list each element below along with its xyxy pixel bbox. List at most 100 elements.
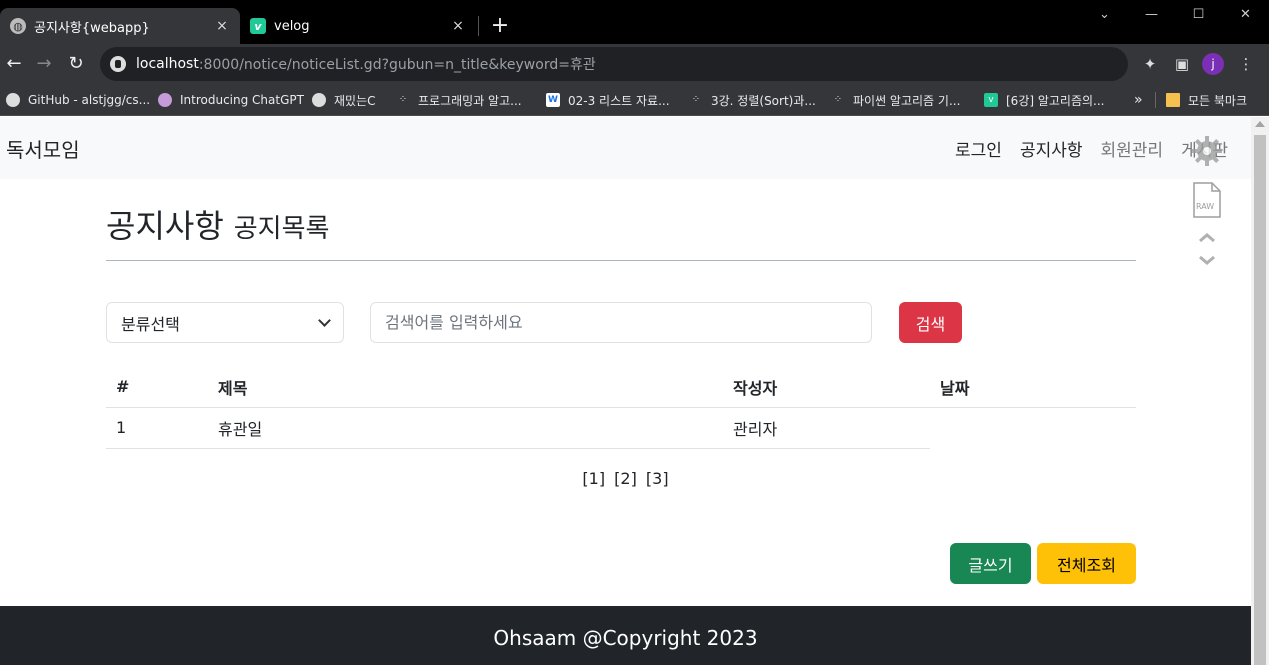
menu-icon[interactable]: ⋮ xyxy=(1234,52,1258,76)
all-bookmarks-folder[interactable]: 모든 북마크 xyxy=(1166,90,1247,110)
bookmark-item[interactable]: ⁘ 파이썬 알고리즘 기... xyxy=(831,90,961,110)
tab-velog[interactable]: v velog × xyxy=(240,8,476,44)
site-navbar: 독서모임 로그인 공지사항 회원관리 게시판 xyxy=(0,117,1251,179)
cell-title[interactable]: 휴관일 xyxy=(208,407,723,449)
nav-members[interactable]: 회원관리 xyxy=(1101,136,1164,161)
close-icon[interactable]: × xyxy=(450,18,466,34)
table-row[interactable]: 1 휴관일 관리자 xyxy=(106,407,1136,449)
page-subtitle: 공지목록 xyxy=(233,214,330,244)
svg-text:RAW: RAW xyxy=(1196,202,1214,211)
bookmark-item[interactable]: W 02-3 리스트 자료... xyxy=(546,90,670,110)
cell-date xyxy=(930,407,1136,448)
bookmark-label: 3강. 정렬(Sort)과... xyxy=(711,93,816,108)
forward-button[interactable]: → xyxy=(32,52,56,76)
tab-notice[interactable]: ◍ 공지사항{webapp} × xyxy=(0,8,240,44)
table-header-row: # 제목 작성자 날짜 xyxy=(106,367,1136,408)
tab-search-button[interactable]: ⌄ xyxy=(1081,0,1128,30)
site-nav-links: 로그인 공지사항 회원관리 게시판 xyxy=(955,136,1228,161)
dots-icon: ⁘ xyxy=(833,94,843,105)
scrollbar-thumb[interactable] xyxy=(1254,135,1266,665)
tab-title: velog xyxy=(274,18,310,34)
velog-icon: v xyxy=(250,18,266,34)
url-path: :8000/notice/noticeList.gd?gubun=n_title… xyxy=(198,57,596,73)
scroll-up-arrow[interactable] xyxy=(1255,121,1265,127)
tab-title: 공지사항{webapp} xyxy=(34,20,150,36)
window-controls: ⌄ — ☐ ✕ xyxy=(1081,0,1269,30)
column-header-date: 날짜 xyxy=(930,367,1136,408)
nav-login[interactable]: 로그인 xyxy=(955,136,1002,161)
column-header-no: # xyxy=(106,367,208,408)
velog-icon: v xyxy=(984,93,998,107)
bookmark-separator xyxy=(1155,92,1156,108)
page-link-2[interactable]: [2] xyxy=(614,469,637,488)
bookmark-item[interactable]: ⁘ 프로그래밍과 알고... xyxy=(396,90,522,110)
globe-icon xyxy=(312,93,326,107)
cell-writer: 관리자 xyxy=(723,407,930,449)
bookmark-item[interactable]: GitHub - alstjgg/cs... xyxy=(6,90,150,110)
new-tab-button[interactable]: + xyxy=(488,12,512,40)
page-scrollbar[interactable] xyxy=(1251,117,1269,665)
page-link-1[interactable]: [1] xyxy=(582,469,605,488)
back-button[interactable]: ← xyxy=(2,52,26,76)
floating-extension-icons: RAW xyxy=(1192,136,1222,265)
site-info-icon[interactable] xyxy=(110,56,126,72)
gear-icon[interactable] xyxy=(1192,136,1222,166)
bookmarks-bar: GitHub - alstjgg/cs... Introducing ChatG… xyxy=(0,84,1269,116)
extensions-icon[interactable]: ✦ xyxy=(1138,52,1162,76)
browser-toolbar: ← → ↻ localhost:8000/notice/noticeList.g… xyxy=(0,44,1269,84)
chevron-up-icon[interactable] xyxy=(1199,233,1215,243)
url-host: localhost xyxy=(136,56,199,72)
chevron-down-icon xyxy=(318,313,331,327)
raw-file-icon[interactable]: RAW xyxy=(1193,182,1221,218)
footer-copyright: Ohsaam @Copyright 2023 xyxy=(493,626,758,650)
bookmark-item[interactable]: ⁘ 3강. 정렬(Sort)과... xyxy=(689,90,816,110)
minimize-button[interactable]: — xyxy=(1128,0,1175,30)
bookmark-label: 파이썬 알고리즘 기... xyxy=(853,93,961,108)
title-divider xyxy=(106,260,1136,261)
globe-icon: ◍ xyxy=(10,18,26,34)
list-all-button[interactable]: 전체조회 xyxy=(1037,543,1136,584)
bookmark-label: 재밌는C xyxy=(334,93,376,108)
bookmark-label: 모든 북마크 xyxy=(1188,93,1248,108)
pagination: [1] [2] [3] xyxy=(0,469,1251,488)
bookmark-label: 프로그래밍과 알고... xyxy=(418,93,522,108)
bookmark-item[interactable]: 재밌는C xyxy=(312,90,376,110)
reload-button[interactable]: ↻ xyxy=(64,52,88,76)
page-link-3[interactable]: [3] xyxy=(646,469,669,488)
bookmarks-overflow-button[interactable]: » xyxy=(1134,90,1143,110)
close-window-button[interactable]: ✕ xyxy=(1222,0,1269,30)
bookmark-label: 02-3 리스트 자료... xyxy=(568,93,670,108)
bookmark-label: Introducing ChatGPT xyxy=(180,93,304,107)
profile-avatar[interactable]: j xyxy=(1202,53,1224,75)
tab-strip: ◍ 공지사항{webapp} × v velog × + ⌄ — ☐ ✕ xyxy=(0,0,1269,44)
page-viewport: 독서모임 로그인 공지사항 회원관리 게시판 RAW 공지 xyxy=(0,117,1251,665)
openai-icon xyxy=(158,93,172,107)
side-panel-icon[interactable]: ▣ xyxy=(1170,52,1194,76)
page-title-main: 공지사항 xyxy=(106,207,224,245)
nav-notice[interactable]: 공지사항 xyxy=(1020,136,1083,161)
chevron-down-icon[interactable] xyxy=(1199,255,1215,265)
category-select-value: 분류선택 xyxy=(121,314,180,334)
category-select[interactable]: 분류선택 xyxy=(106,302,344,343)
write-button[interactable]: 글쓰기 xyxy=(950,543,1031,584)
maximize-button[interactable]: ☐ xyxy=(1175,0,1222,30)
dots-icon: ⁘ xyxy=(691,94,701,105)
search-input[interactable] xyxy=(370,302,872,343)
folder-icon xyxy=(1166,93,1180,107)
dots-icon: ⁘ xyxy=(398,94,408,105)
search-button[interactable]: 검색 xyxy=(899,302,962,343)
bookmark-label: [6강] 알고리즘의... xyxy=(1006,93,1105,108)
page-title: 공지사항 공지목록 xyxy=(106,201,329,247)
github-icon xyxy=(6,93,20,107)
bookmark-item[interactable]: v [6강] 알고리즘의... xyxy=(984,90,1105,110)
close-icon[interactable]: × xyxy=(214,18,230,34)
bookmark-item[interactable]: Introducing ChatGPT xyxy=(158,90,304,110)
site-brand[interactable]: 독서모임 xyxy=(6,134,80,163)
column-header-title: 제목 xyxy=(208,367,723,408)
notice-table: # 제목 작성자 날짜 1 휴관일 관리자 xyxy=(106,367,1136,449)
cell-no: 1 xyxy=(106,407,208,449)
address-bar[interactable]: localhost:8000/notice/noticeList.gd?gubu… xyxy=(100,47,1128,81)
bookmark-label: GitHub - alstjgg/cs... xyxy=(28,93,151,107)
site-footer: Ohsaam @Copyright 2023 xyxy=(0,606,1251,665)
w-icon: W xyxy=(546,93,560,107)
